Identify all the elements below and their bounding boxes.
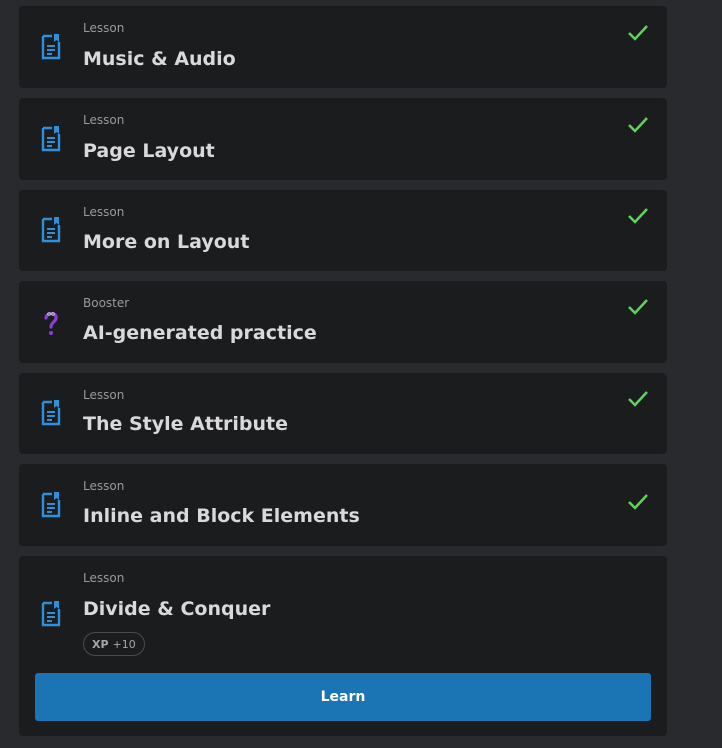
- item-type-label: Lesson: [83, 388, 125, 402]
- checkmark-icon: [628, 391, 648, 407]
- item-title: Inline and Block Elements: [83, 505, 360, 527]
- lesson-card-page-layout[interactable]: Lesson Page Layout: [19, 98, 667, 180]
- lesson-card-music-audio[interactable]: Lesson Music & Audio: [19, 6, 667, 88]
- lesson-card-more-on-layout[interactable]: Lesson More on Layout: [19, 190, 667, 271]
- xp-badge: XP +10: [83, 632, 145, 656]
- scrollbar-track[interactable]: [696, 0, 722, 748]
- item-title: The Style Attribute: [83, 413, 289, 435]
- lesson-card-inline-block[interactable]: Lesson Inline and Block Elements: [19, 464, 667, 546]
- item-type-label: Booster: [83, 296, 130, 310]
- xp-value: +10: [112, 637, 136, 651]
- lesson-document-icon: [41, 217, 61, 243]
- item-type-label: Lesson: [83, 479, 125, 493]
- item-type-label: Lesson: [83, 113, 125, 127]
- item-title: Page Layout: [83, 140, 215, 162]
- learn-button[interactable]: Learn: [35, 673, 651, 721]
- lesson-document-icon: [41, 492, 61, 518]
- checkmark-icon: [628, 494, 648, 510]
- item-title: Divide & Conquer: [83, 598, 271, 620]
- lesson-document-icon: [41, 601, 61, 627]
- item-title: More on Layout: [83, 231, 250, 253]
- item-type-label: Lesson: [83, 571, 125, 585]
- question-mark-icon: [44, 311, 58, 335]
- lesson-document-icon: [41, 34, 61, 60]
- lesson-document-icon: [41, 400, 61, 426]
- item-type-label: Lesson: [83, 21, 125, 35]
- item-title: AI-generated practice: [83, 322, 317, 344]
- item-title: Music & Audio: [83, 48, 236, 70]
- item-type-label: Lesson: [83, 205, 125, 219]
- booster-card-ai-practice[interactable]: Booster AI-generated practice: [19, 281, 667, 363]
- checkmark-icon: [628, 117, 648, 133]
- checkmark-icon: [628, 25, 648, 41]
- lesson-card-style-attribute[interactable]: Lesson The Style Attribute: [19, 373, 667, 454]
- current-lesson-card: Lesson Divide & Conquer XP +10 Learn: [19, 556, 667, 736]
- xp-label: XP: [92, 637, 109, 651]
- checkmark-icon: [628, 208, 648, 224]
- lesson-document-icon: [41, 126, 61, 152]
- checkmark-icon: [628, 299, 648, 315]
